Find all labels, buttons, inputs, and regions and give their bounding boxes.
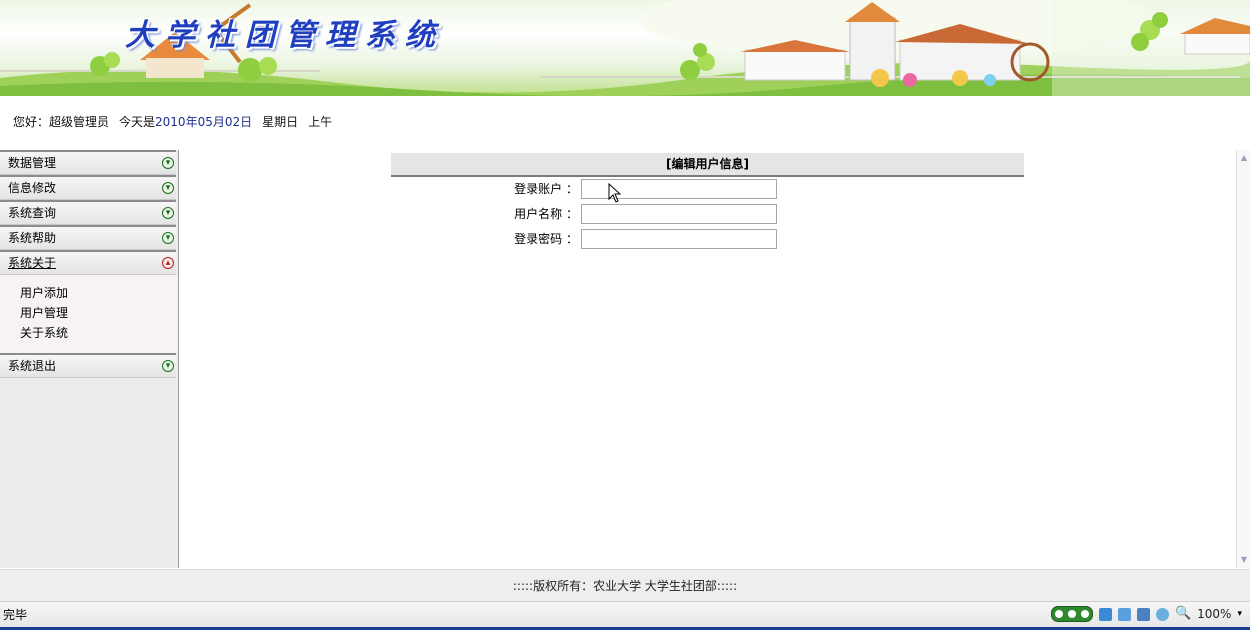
scroll-up-icon[interactable]: ▲: [1239, 152, 1249, 164]
header-banner: 大学社团管理系统: [0, 0, 1250, 96]
menu-info-edit[interactable]: 信息修改 ▾: [0, 175, 176, 200]
security-indicator-icon[interactable]: [1050, 606, 1093, 622]
menu-label: 系统退出: [8, 359, 57, 373]
field-row-account: 登录账户 ：: [480, 178, 777, 200]
system-title: 大学社团管理系统: [125, 18, 445, 53]
expand-icon[interactable]: ▾: [162, 232, 174, 244]
sound-icon[interactable]: [1155, 607, 1169, 621]
status-text: 完毕: [3, 608, 28, 622]
expand-icon[interactable]: ▾: [162, 157, 174, 169]
menu-system-help[interactable]: 系统帮助 ▾: [0, 225, 176, 250]
user-name-input[interactable]: [581, 204, 777, 224]
window-icon[interactable]: [1136, 607, 1150, 621]
submenu-system-about: 用户添加 用户管理 关于系统: [0, 275, 178, 353]
current-weekday: 星期日: [262, 115, 299, 129]
field-label: 登录账户 ：: [514, 182, 578, 196]
menu-data-management[interactable]: 数据管理 ▾: [0, 150, 176, 175]
vertical-scrollbar[interactable]: ▲ ▼: [1236, 150, 1250, 568]
browser-status-bar: 完毕 🔍 100% ▾: [0, 601, 1250, 628]
field-label: 登录密码 ：: [514, 232, 578, 246]
field-label: 用户名称 ：: [514, 207, 578, 221]
current-date: 2010年05月02日: [155, 115, 253, 129]
menu-label: 系统查询: [8, 206, 57, 220]
today-label: 今天是: [119, 115, 156, 129]
zoom-dropdown-icon[interactable]: ▾: [1237, 602, 1242, 626]
current-period: 上午: [308, 115, 333, 129]
menu-label: 信息修改: [8, 181, 57, 195]
menu-label: 数据管理: [8, 156, 57, 170]
network-icon[interactable]: [1098, 607, 1112, 621]
expand-icon[interactable]: ▾: [162, 207, 174, 219]
status-tray: 🔍 100% ▾: [1050, 602, 1242, 626]
form-title: [编辑用户信息]: [391, 153, 1024, 177]
field-row-password: 登录密码 ：: [480, 228, 777, 250]
menu-label: 系统关于: [8, 256, 57, 270]
expand-icon[interactable]: ▾: [162, 360, 174, 372]
print-icon[interactable]: [1117, 607, 1131, 621]
zoom-icon[interactable]: 🔍: [1175, 602, 1191, 626]
scroll-down-icon[interactable]: ▼: [1239, 554, 1249, 566]
menu-system-query[interactable]: 系统查询 ▾: [0, 200, 176, 225]
field-row-username: 用户名称 ：: [480, 203, 777, 225]
login-password-input[interactable]: [581, 229, 777, 249]
submenu-item-about-system[interactable]: 关于系统: [20, 323, 178, 343]
collapse-icon[interactable]: ▴: [162, 257, 174, 269]
zoom-level[interactable]: 100%: [1197, 602, 1231, 626]
page-footer: :::::版权所有：农业大学 大学生社团部:::::: [0, 569, 1250, 602]
main-content: [编辑用户信息] 登录账户 ： 用户名称 ： 登录密码 ：: [180, 150, 1236, 568]
mouse-cursor-icon: [608, 183, 622, 203]
sidebar: 数据管理 ▾ 信息修改 ▾ 系统查询 ▾ 系统帮助 ▾ 系统关于 ▴ 用户添加 …: [0, 150, 179, 568]
menu-label: 系统帮助: [8, 231, 57, 245]
submenu-item-manage-users[interactable]: 用户管理: [20, 303, 178, 323]
submenu-item-add-user[interactable]: 用户添加: [20, 283, 178, 303]
user-greeting: 您好：超级管理员: [13, 115, 110, 129]
menu-system-exit[interactable]: 系统退出 ▾: [0, 353, 176, 378]
expand-icon[interactable]: ▾: [162, 182, 174, 194]
menu-system-about[interactable]: 系统关于 ▴: [0, 250, 176, 275]
greeting-bar: 您好：超级管理员 今天是2010年05月02日 星期日 上午: [13, 113, 332, 130]
